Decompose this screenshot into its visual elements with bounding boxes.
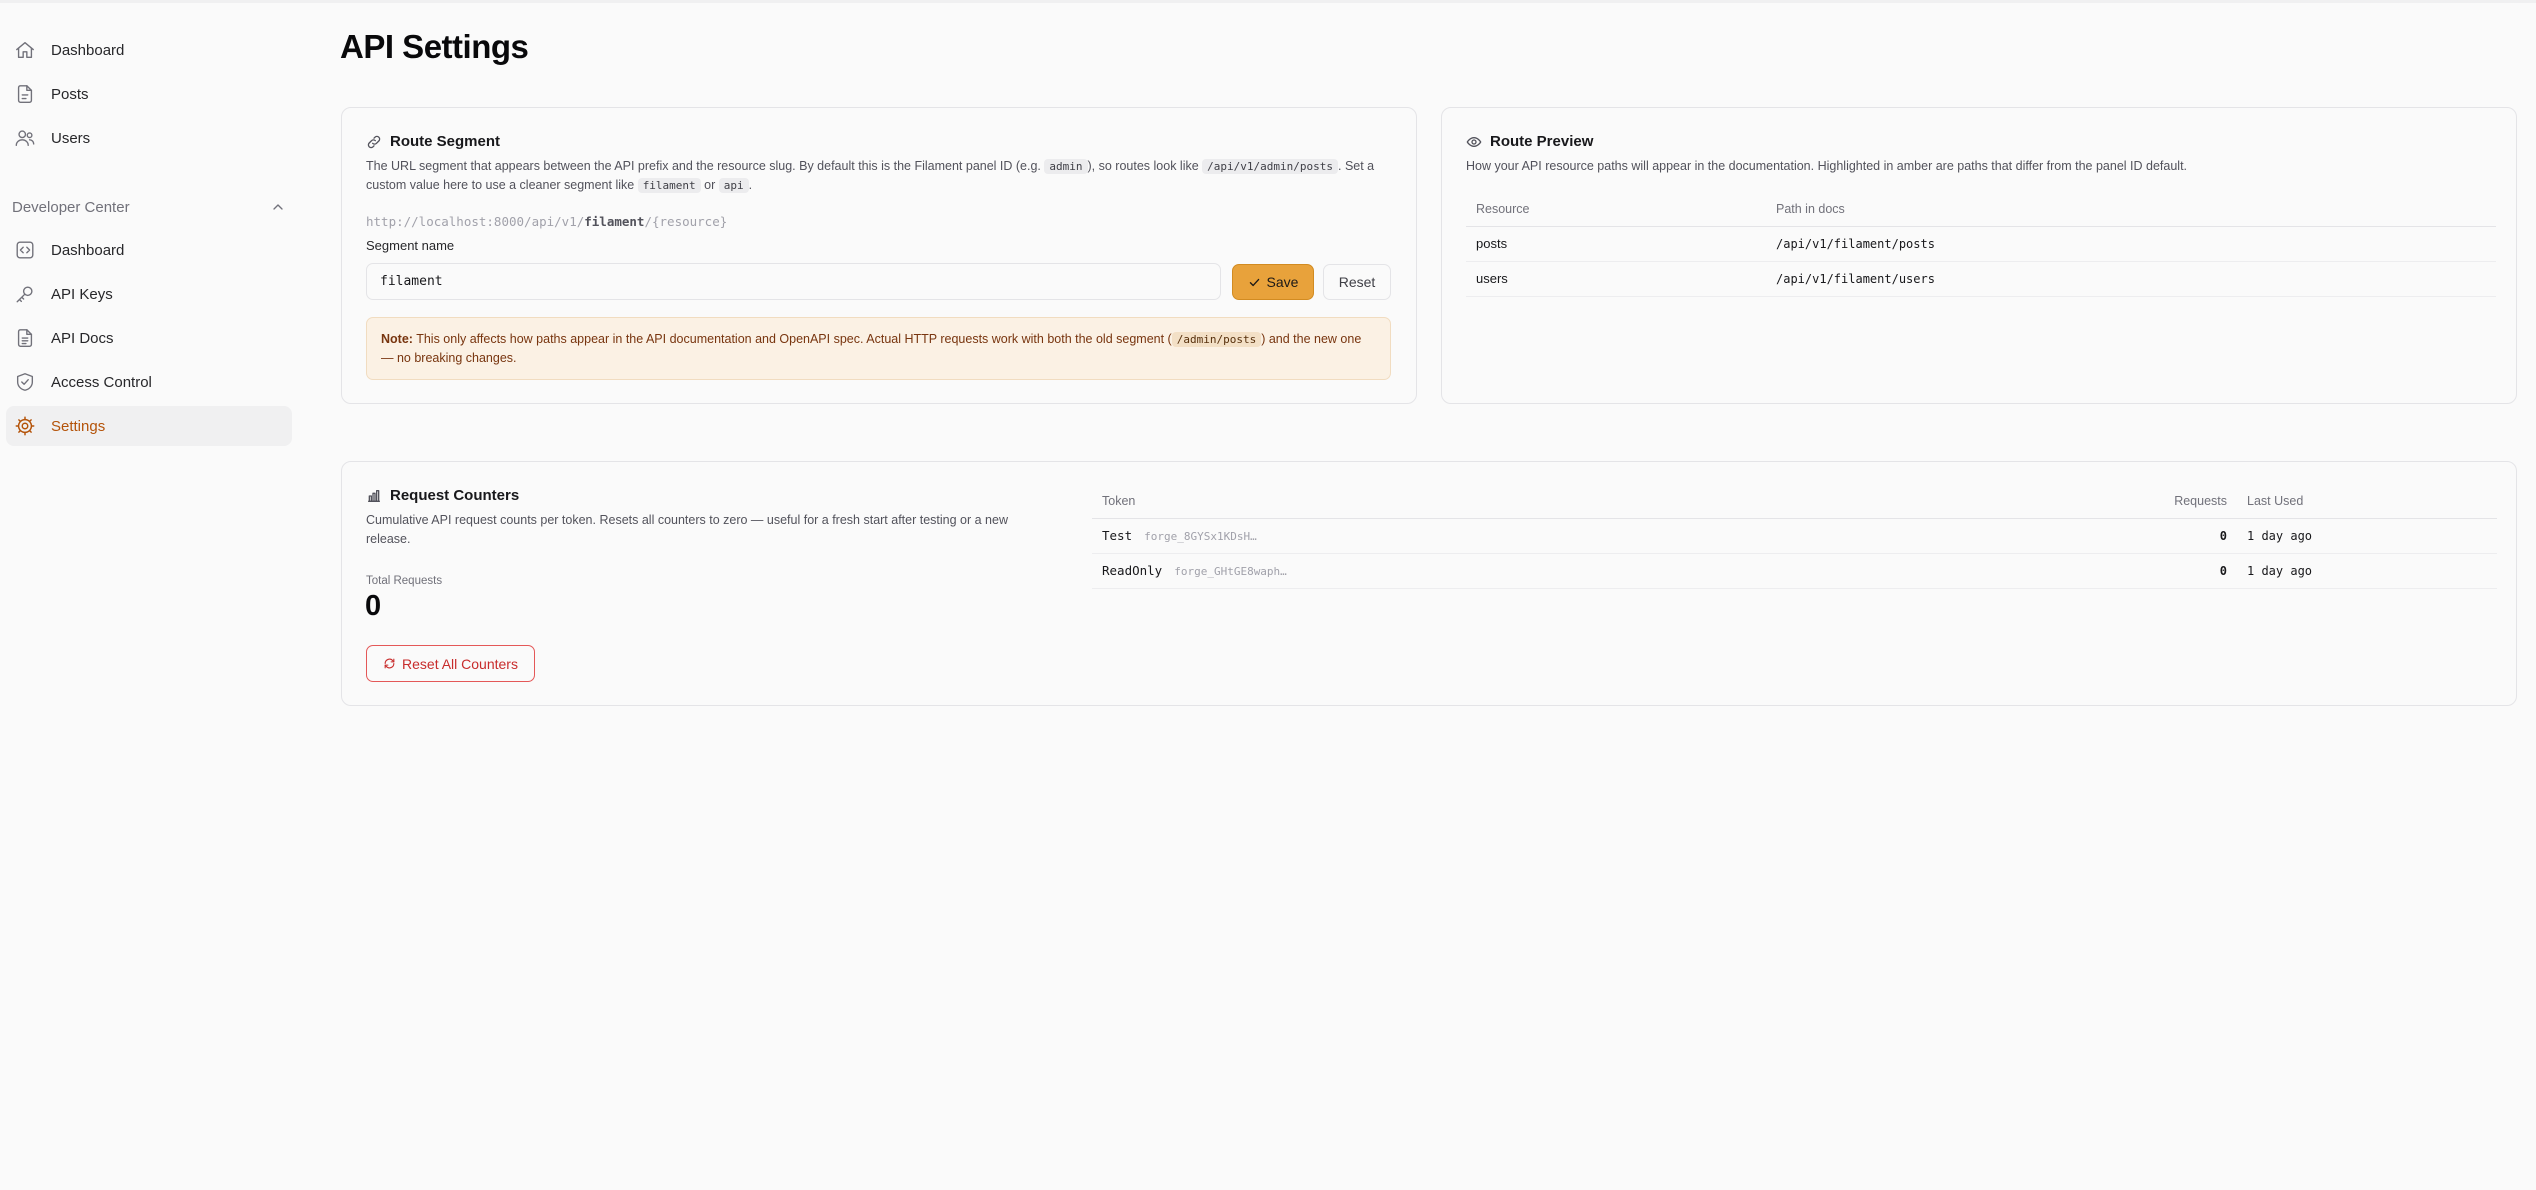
token-prefix: forge_8GYSx1KDsH… <box>1144 530 1257 543</box>
path-cell: /api/v1/filament/posts <box>1766 226 2496 262</box>
route-segment-title-text: Route Segment <box>390 133 501 150</box>
total-requests-value: 0 <box>365 590 382 622</box>
last-used-cell: 1 day ago <box>2237 518 2497 554</box>
path-cell: /api/v1/filament/users <box>1766 261 2496 297</box>
note-callout: Note: This only affects how paths appear… <box>366 317 1391 380</box>
url-segment: filament <box>584 214 645 229</box>
last-used-cell: 1 day ago <box>2237 553 2497 589</box>
column-header-last-used: Last Used <box>2237 484 2497 519</box>
code-bracket-square-icon <box>14 239 36 261</box>
route-preview-title-text: Route Preview <box>1490 133 1594 150</box>
chart-bar-icon <box>366 488 382 504</box>
sidebar-item-access-control[interactable]: Access Control <box>6 362 292 402</box>
sidebar-item-label: Users <box>51 129 91 147</box>
table-row: Test forge_8GYSx1KDsH… 0 1 day ago <box>1092 518 2497 554</box>
segment-name-label: Segment name <box>366 238 455 253</box>
sidebar-item-label: Settings <box>51 417 106 435</box>
url-preview: http://localhost:8000/api/v1/filament/{r… <box>366 214 727 229</box>
request-counters-description: Cumulative API request counts per token.… <box>366 513 1008 546</box>
page-title: API Settings <box>340 28 529 65</box>
desc-code-admin: admin <box>1044 159 1088 174</box>
table-row: ReadOnly forge_GHtGE8waph… 0 1 day ago <box>1092 553 2497 589</box>
arrow-path-icon <box>383 657 396 670</box>
reset-all-counters-button[interactable]: Reset All Counters <box>366 645 535 682</box>
sidebar-item-label: API Keys <box>51 285 113 303</box>
sidebar-group-developer-center[interactable]: Developer Center <box>12 196 290 218</box>
chevron-up-icon[interactable] <box>270 199 286 215</box>
resource-cell: posts <box>1466 226 1766 262</box>
request-counters-card: Request Counters Cumulative API request … <box>341 461 2517 706</box>
save-button-label: Save <box>1266 274 1299 290</box>
desc-code-api: api <box>718 178 749 193</box>
sidebar-item-api-keys[interactable]: API Keys <box>6 274 292 314</box>
desc-text: or <box>700 178 719 192</box>
sidebar-item-label: API Docs <box>51 329 114 347</box>
table-row: users /api/v1/filament/users <box>1466 261 2496 297</box>
note-text: This only affects how paths appear in th… <box>412 332 1172 346</box>
sidebar-item-users[interactable]: Users <box>6 118 292 158</box>
shield-check-icon <box>14 371 36 393</box>
sidebar-item-label: Dashboard <box>51 41 125 59</box>
desc-text: . <box>748 178 753 192</box>
url-suffix: /{resource} <box>644 214 728 229</box>
request-counters-title-text: Request Counters <box>390 487 520 504</box>
route-segment-title: Route Segment <box>366 133 500 150</box>
table-header-row: Resource Path in docs <box>1466 192 2496 227</box>
route-preview-table: Resource Path in docs posts /api/v1/fila… <box>1466 192 2496 297</box>
eye-icon <box>1466 134 1482 150</box>
home-icon <box>14 39 36 61</box>
resource-cell: users <box>1466 261 1766 297</box>
route-segment-description: The URL segment that appears between the… <box>366 157 1396 195</box>
route-preview-title: Route Preview <box>1466 133 1593 150</box>
reset-button[interactable]: Reset <box>1323 264 1391 300</box>
users-icon <box>14 127 36 149</box>
save-button[interactable]: Save <box>1232 264 1314 300</box>
token-name: Test <box>1102 528 1133 543</box>
sidebar-group-label: Developer Center <box>12 198 130 216</box>
link-icon <box>366 134 382 150</box>
table-row: posts /api/v1/filament/posts <box>1466 226 2496 262</box>
cog-icon <box>14 415 36 437</box>
desc-text: ), so routes look like <box>1087 159 1203 173</box>
token-counters-table: Token Requests Last Used Test forge_8GYSx… <box>1092 484 2497 589</box>
route-segment-card: Route Segment The URL segment that appea… <box>341 107 1417 404</box>
url-prefix: http://localhost:8000/api/v1/ <box>366 214 585 229</box>
check-icon <box>1248 276 1261 289</box>
route-preview-card: Route Preview How your API resource path… <box>1441 107 2517 404</box>
document-text-icon <box>14 327 36 349</box>
column-header-token: Token <box>1092 484 2117 519</box>
desc-code-filament: filament <box>637 178 701 193</box>
table-header-row: Token Requests Last Used <box>1092 484 2497 519</box>
route-preview-description: How your API resource paths will appear … <box>1466 159 2188 173</box>
requests-cell: 0 <box>2117 553 2237 589</box>
sidebar-item-settings[interactable]: Settings <box>6 406 292 446</box>
token-prefix: forge_GHtGE8waph… <box>1174 565 1287 578</box>
sidebar-item-api-docs[interactable]: API Docs <box>6 318 292 358</box>
sidebar: Dashboard Posts Users Developer Center D… <box>0 0 300 1190</box>
desc-code-route: /api/v1/admin/posts <box>1202 159 1338 174</box>
segment-name-input[interactable] <box>366 263 1221 300</box>
sidebar-item-dashboard[interactable]: Dashboard <box>6 30 292 70</box>
sidebar-item-dev-dashboard[interactable]: Dashboard <box>6 230 292 270</box>
note-code: /admin/posts <box>1171 332 1262 347</box>
reset-all-counters-label: Reset All Counters <box>402 655 518 672</box>
column-header-resource: Resource <box>1466 192 1766 227</box>
requests-cell: 0 <box>2117 518 2237 554</box>
sidebar-item-label: Posts <box>51 85 89 103</box>
top-border <box>0 0 2536 3</box>
key-icon <box>14 283 36 305</box>
token-name: ReadOnly <box>1102 563 1163 578</box>
total-requests-label: Total Requests <box>366 575 443 587</box>
note-label: Note: <box>381 332 413 346</box>
sidebar-item-posts[interactable]: Posts <box>6 74 292 114</box>
desc-text: The URL segment that appears between the… <box>366 159 1045 173</box>
sidebar-item-label: Dashboard <box>51 241 125 259</box>
column-header-requests: Requests <box>2117 484 2237 519</box>
token-cell: ReadOnly forge_GHtGE8waph… <box>1092 553 2117 589</box>
token-cell: Test forge_8GYSx1KDsH… <box>1092 518 2117 554</box>
document-icon <box>14 83 36 105</box>
request-counters-title: Request Counters <box>366 487 519 504</box>
column-header-path: Path in docs <box>1766 192 2496 227</box>
sidebar-item-label: Access Control <box>51 373 152 391</box>
